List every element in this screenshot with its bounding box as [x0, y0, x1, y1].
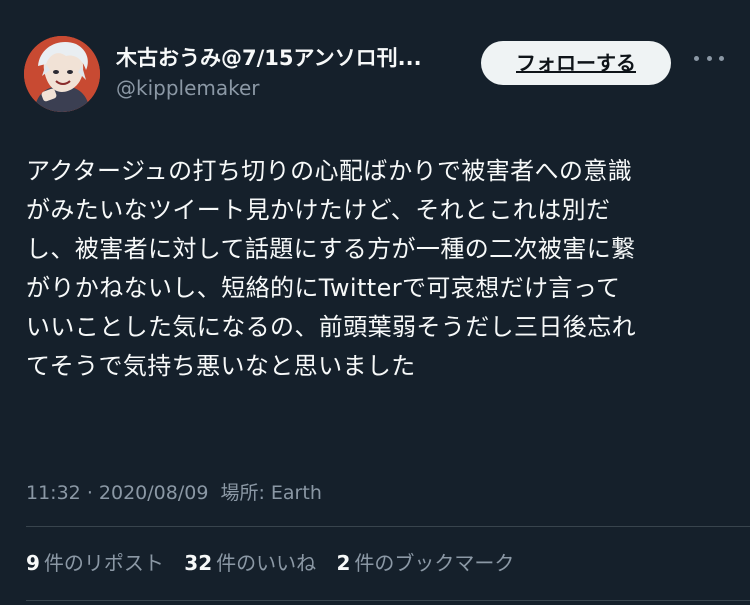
- dot: [706, 55, 712, 61]
- bookmark-count[interactable]: 2 件のブックマーク: [336, 547, 514, 576]
- display-name[interactable]: 木古おうみ@7/15アンソロ刊...: [116, 44, 476, 72]
- tweet-time[interactable]: 11:32: [26, 482, 81, 504]
- author-names: 木古おうみ@7/15アンソロ刊... @kipplemaker: [116, 44, 476, 102]
- like-count[interactable]: 32 件のいいね: [184, 547, 316, 576]
- divider: [26, 600, 750, 601]
- like-count-number: 32: [184, 551, 213, 575]
- tweet-meta: 11:32 · 2020/08/09 場所: Earth: [26, 478, 322, 505]
- avatar[interactable]: [24, 36, 100, 112]
- tweet-stats: 9 件のリポスト 32 件のいいね 2 件のブックマーク: [26, 547, 528, 576]
- more-options-icon[interactable]: [694, 50, 724, 66]
- dot: [694, 55, 699, 61]
- tweet-text: アクタージュの打ち切りの心配ばかりで被害者への意識 がみたいなツイート見かけたけ…: [26, 157, 636, 380]
- meta-separator: ·: [86, 482, 93, 504]
- dot: [719, 55, 724, 61]
- repost-count[interactable]: 9 件のリポスト: [26, 547, 164, 576]
- tweet-header: 木古おうみ@7/15アンソロ刊... @kipplemaker フォローする: [24, 36, 730, 112]
- repost-count-number: 9: [26, 551, 40, 575]
- bookmark-count-number: 2: [336, 551, 351, 575]
- like-count-label: 件のいいね: [216, 551, 317, 575]
- repost-count-label: 件のリポスト: [43, 551, 164, 575]
- tweet-location: 場所: Earth: [220, 482, 322, 504]
- divider: [26, 526, 750, 527]
- user-handle[interactable]: @kipplemaker: [116, 74, 476, 102]
- follow-button[interactable]: フォローする: [481, 41, 671, 85]
- avatar-illustration-icon: [24, 36, 100, 112]
- bookmark-count-label: 件のブックマーク: [354, 551, 515, 575]
- tweet-date[interactable]: 2020/08/09: [99, 482, 209, 504]
